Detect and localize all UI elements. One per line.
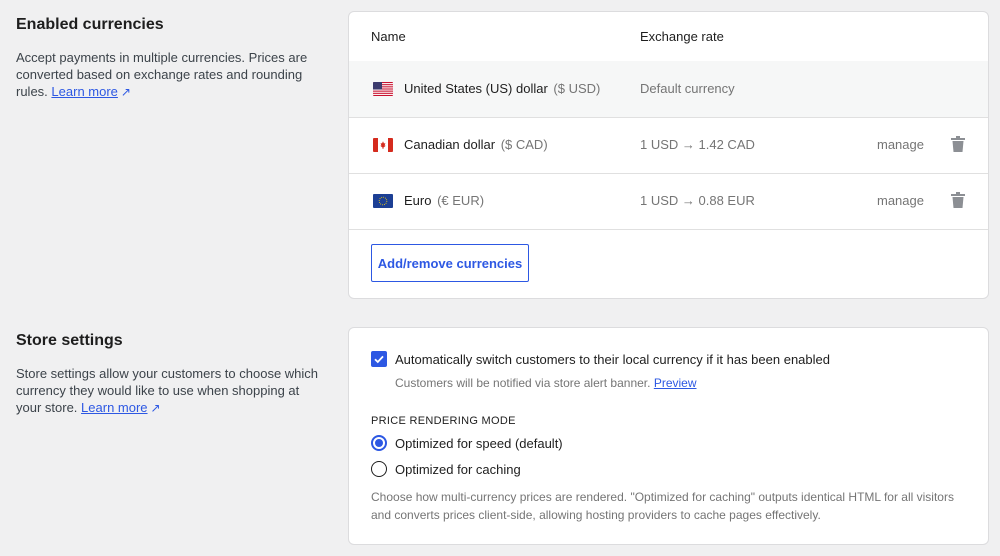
add-remove-currencies-button[interactable]: Add/remove currencies (371, 244, 529, 282)
currencies-table-card: Name Exchange rate United States (US) do… (348, 11, 989, 299)
radio-label-speed[interactable]: Optimized for speed (default) (395, 436, 563, 451)
trash-icon[interactable] (951, 136, 965, 152)
ca-flag-icon (373, 138, 393, 152)
enabled-currencies-intro: Enabled currencies Accept payments in mu… (16, 15, 326, 101)
external-link-icon: ↗ (120, 85, 131, 99)
trash-icon[interactable] (951, 192, 965, 208)
currency-code: ($ USD) (553, 81, 601, 96)
currency-name: Canadian dollar ($ CAD) (404, 137, 548, 152)
checkmark-icon (374, 355, 384, 364)
section-description: Store settings allow your customers to c… (16, 366, 319, 415)
section-title: Store settings (16, 332, 123, 349)
us-flag-icon (373, 82, 393, 96)
section-title: Enabled currencies (16, 16, 164, 33)
learn-more-link[interactable]: Learn more (81, 400, 147, 415)
table-row: Canadian dollar ($ CAD) 1 USD → 1.42 CAD… (349, 117, 988, 174)
auto-switch-label[interactable]: Automatically switch customers to their … (395, 352, 830, 367)
price-mode-help-line-1: Choose how multi-currency prices are ren… (371, 490, 954, 504)
column-header-name: Name (371, 29, 406, 44)
auto-switch-checkbox[interactable] (371, 351, 387, 367)
price-mode-help-line-2: and converts prices client-side, allowin… (371, 508, 821, 522)
table-row: United States (US) dollar ($ USD) Defaul… (349, 61, 988, 118)
auto-switch-help: Customers will be notified via store ale… (395, 376, 697, 390)
radio-label-caching[interactable]: Optimized for caching (395, 462, 521, 477)
section-description: Accept payments in multiple currencies. … (16, 50, 308, 99)
column-header-exchange-rate: Exchange rate (640, 29, 724, 44)
preview-link[interactable]: Preview (654, 376, 697, 390)
table-header: Name Exchange rate (349, 12, 988, 62)
currency-code: ($ CAD) (500, 137, 548, 152)
learn-more-link[interactable]: Learn more (51, 84, 117, 99)
manage-link[interactable]: manage (877, 193, 924, 208)
currency-code: (€ EUR) (437, 193, 485, 208)
currency-name: Euro (€ EUR) (404, 193, 485, 208)
manage-link[interactable]: manage (877, 137, 924, 152)
store-settings-card: Automatically switch customers to their … (348, 327, 989, 545)
external-link-icon: ↗ (150, 401, 161, 415)
table-row: Euro (€ EUR) 1 USD → 0.88 EUR manage (349, 173, 988, 230)
store-settings-intro: Store settings Store settings allow your… (16, 331, 326, 417)
radio-optimized-caching[interactable] (371, 461, 387, 477)
price-rendering-mode-heading: PRICE RENDERING MODE (371, 415, 516, 427)
exchange-rate: Default currency (640, 81, 735, 96)
currency-name: United States (US) dollar ($ USD) (404, 81, 601, 96)
eu-flag-icon (373, 194, 393, 208)
radio-optimized-speed[interactable] (371, 435, 387, 451)
exchange-rate: 1 USD → 1.42 CAD (640, 137, 755, 152)
exchange-rate: 1 USD → 0.88 EUR (640, 193, 755, 208)
